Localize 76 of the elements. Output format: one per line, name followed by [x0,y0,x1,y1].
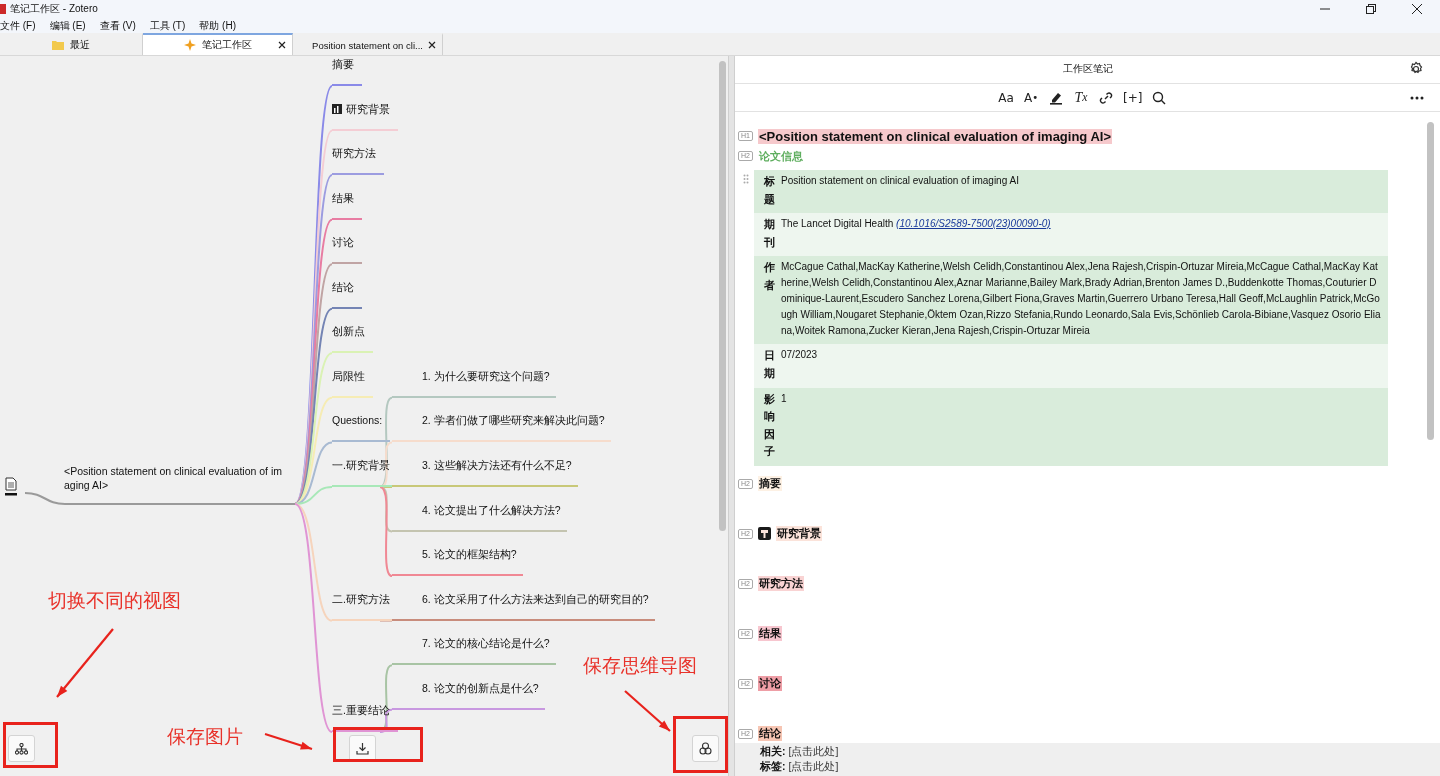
highlight-frame [3,722,58,768]
mind-map-node[interactable]: 2. 学者们做了哪些研究来解决此问题? [392,412,611,443]
menu-item[interactable]: 编辑 (E) [49,18,86,33]
tab[interactable]: 笔记工作区 [143,33,293,55]
circles-icon [699,742,712,755]
mind-map-node[interactable]: 三.重要结论 [332,701,398,732]
doi-link[interactable]: (10.1016/S2589-7500(23)00090-0) [896,218,1051,230]
mind-map-node[interactable]: 4. 论文提出了什么解决方法? [392,501,567,532]
drag-handle-icon[interactable] [743,174,749,186]
table-cell-text: 期刊 [764,217,775,250]
save-mindmap-button[interactable] [692,735,719,762]
mind-map-node[interactable]: 创新点 [332,323,373,354]
mind-map-node[interactable]: 研究背景 [332,100,398,131]
table-cell-text: 标题 [764,174,775,207]
mind-map-node[interactable]: 研究方法 [332,145,384,176]
text-format-button[interactable]: Aa [997,87,1015,108]
mind-map-node[interactable]: 8. 论文的创新点是什么? [392,679,545,710]
document-icon [5,477,17,497]
sparkle-icon [183,39,196,51]
heading: 研究背景 [776,526,822,542]
mind-map-node[interactable]: 6. 论文采用了什么方法来达到自己的研究目的? [392,590,655,621]
mind-map-node[interactable]: 3. 这些解决方法还有什么不足? [392,456,578,487]
table-cell-text: 07/2023 [781,348,819,363]
mind-map-node[interactable]: 二.研究方法 [332,590,398,621]
heading: 结论 [758,726,782,742]
highlight-frame [673,716,728,773]
mind-map-node[interactable]: 摘要 [332,56,362,86]
scrollbar-thumb[interactable] [1427,122,1434,440]
heading: 研究方法 [758,576,804,592]
annotation-label: 保存思维导图 [583,654,697,678]
scrollbar-thumb[interactable] [719,61,727,531]
branch-line [379,619,393,622]
pane-title: 工作区笔记 [1062,63,1113,76]
folder-icon [52,40,64,50]
mind-map-node[interactable]: 结果 [332,189,362,220]
mind-map-node[interactable]: Questions: [332,412,391,443]
close-tab-icon[interactable] [428,41,436,49]
field-label: 标签: [760,760,786,774]
citation-button[interactable]: [+] [1122,87,1144,108]
mind-map-node[interactable]: 结论 [332,278,362,309]
heading: 结果 [758,626,782,642]
heading: 论文信息 [758,148,804,164]
annotation-label: 保存图片 [167,725,243,749]
click-here-link[interactable]: [点击此处] [788,745,839,759]
window-title: 笔记工作区 - Zotero [10,2,98,16]
heading: <Position statement on clinical evaluation of imaging AI> [758,128,1113,144]
table-cell-text: Position statement on clinical evaluation of imaging AI [781,174,1020,188]
hierarchy-icon [15,742,28,755]
heading: 讨论 [758,676,782,692]
mind-map-node[interactable]: 局限性 [332,367,373,398]
annotation-label: 切换不同的视图 [48,589,181,613]
menu-item[interactable]: 帮助 (H) [199,18,236,33]
table-cell-text: 1 [781,391,788,406]
download-icon [356,742,369,755]
switch-view-button[interactable] [8,735,35,762]
app-logo-icon [0,4,6,14]
mind-map-node[interactable]: 讨论 [332,234,362,265]
mind-map-root[interactable]: <Position statement on clinical evaluation of imaging AI> [64,464,286,492]
table-cell-text: 日期 [764,348,775,381]
mind-map-node[interactable]: 7. 论文的核心结论是什么? [392,635,556,666]
heading: 摘要 [758,476,782,492]
table-cell-text: 作者 [764,260,775,293]
menu-item[interactable]: 查看 (V) [99,18,136,33]
mind-map-node[interactable]: 1. 为什么要研究这个问题? [392,367,556,398]
restore-icon [1366,4,1376,14]
click-here-link[interactable]: [点击此处] [788,760,839,774]
mind-map-node[interactable]: 5. 论文的框架结构? [392,546,523,577]
field-label: 相关: [760,745,786,759]
close-tab-icon[interactable] [278,41,286,49]
mind-map-node[interactable]: 一.研究背景 [332,456,398,487]
table-cell-text: 影响因子 [764,391,775,460]
table-cell-text: The Lancet Digital Health (10.1016/S2589-7500(23)00090-0) [781,217,1052,232]
menu-item[interactable]: 工具 (T) [149,18,186,33]
table-cell-text: McCague Cathal,MacKay Katherine,Welsh Celidh,Constantinou Alex,Jena Rajesh,Crispin-Ortuzar Mireia,McCague Cathal,MacKay Katherine,Welsh Celidh,Constantinou Alex,Aznar Marianne,Bailey Mark,Brady Adrian,Brenton James D.,Buddenkotte Thomas,Couturier Dominique-Laurent,Escudero Sanchez Lorena,Gilbert Fiona,Graves Martin,Guerrero Urbano Teresa,Hall Geoff,McLaughlin Patrick,McGough William,Nougaret Stephanie,Öktem Ozan,Rizzo Stefania,Rundo Leonardo,Sala Evis,Schönlieb Carola-Bibiane,Vasquez Osorio Eliana,Woitek Ramona,Zucker Kieran,Jena Rajesh,Crispin-Ortuzar Mireia [781,260,1382,339]
close-icon [1412,4,1422,14]
menu-item[interactable]: 文件 (F) [0,18,36,33]
